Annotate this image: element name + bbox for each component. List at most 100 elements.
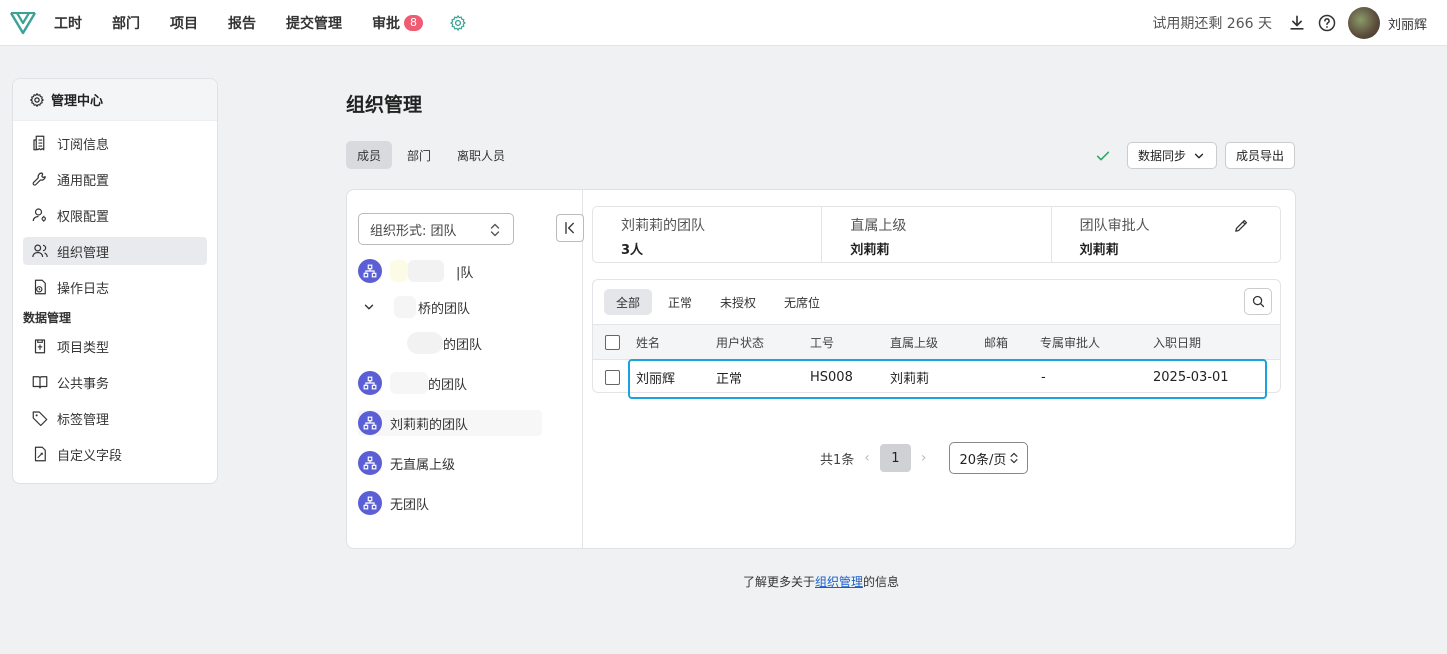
sidebar-item-permission-config[interactable]: 权限配置 — [23, 201, 207, 229]
table-header: 姓名 用户状态 工号 直属上级 邮箱 专属审批人 入职日期 — [593, 324, 1280, 360]
page-size-select[interactable]: 20条/页 — [948, 442, 1029, 474]
redacted-block — [390, 372, 428, 394]
gear-icon — [450, 14, 466, 31]
footer-text-before: 了解更多关于 — [742, 575, 815, 589]
sidebar-item-label: 权限配置 — [57, 209, 110, 225]
tab-departments[interactable]: 部门 — [396, 141, 442, 169]
approval-count-badge: 8 — [404, 14, 423, 31]
sidebar-item-label: 自定义字段 — [57, 448, 123, 464]
summary-value: 刘莉莉 — [1079, 243, 1119, 258]
tree-item-liulili-team[interactable]: 刘莉莉的团队 — [358, 410, 542, 436]
nav-project[interactable]: 项目 — [170, 13, 198, 33]
nav-approval[interactable]: 审批 8 — [372, 13, 423, 33]
filter-unauthorized[interactable]: 未授权 — [708, 289, 768, 315]
sidebar-item-label: 标签管理 — [57, 412, 110, 428]
org-management-help-link[interactable]: 组织管理 — [815, 575, 863, 589]
column-header: 用户状态 — [716, 335, 765, 350]
book-icon — [32, 376, 48, 389]
help-footer: 了解更多关于组织管理的信息 — [0, 573, 1447, 590]
tag-icon — [32, 411, 48, 427]
redacted-block — [394, 296, 416, 318]
row-checkbox[interactable] — [605, 369, 620, 385]
tree-item-team-3[interactable]: 的团队 — [407, 330, 482, 356]
download-icon[interactable] — [1287, 13, 1307, 33]
cell-employee-id: HS008 — [810, 369, 853, 385]
prev-page-icon[interactable]: ‹ — [864, 450, 870, 466]
nav-submission[interactable]: 提交管理 — [286, 13, 342, 33]
sidebar-item-label: 订阅信息 — [57, 137, 110, 153]
admin-sidebar: 管理中心 订阅信息 通用配置 权限配置 组织管理 操作日志 数据管理 项目类型 — [12, 78, 218, 484]
data-sync-dropdown[interactable]: 数据同步 — [1126, 142, 1217, 169]
data-sync-label: 数据同步 — [1137, 149, 1186, 163]
collapse-pane-button[interactable] — [556, 214, 584, 242]
tree-item-team-4[interactable]: 的团队 — [358, 370, 467, 396]
nav-hours[interactable]: 工时 — [54, 13, 82, 33]
table-row[interactable]: 刘丽辉 正常 HS008 刘莉莉 - 2025-03-01 — [593, 360, 1280, 394]
cell-name: 刘丽辉 — [636, 371, 676, 387]
users-icon — [32, 244, 48, 258]
filter-all[interactable]: 全部 — [604, 289, 653, 315]
summary-team: 刘莉莉的团队 3人 — [593, 207, 823, 262]
column-header: 工号 — [810, 335, 835, 350]
tree-item-no-team[interactable]: 无团队 — [358, 490, 429, 516]
page-number-button[interactable]: 1 — [879, 444, 911, 472]
export-members-button[interactable]: 成员导出 — [1224, 142, 1295, 169]
sidebar-item-custom-field[interactable]: 自定义字段 — [23, 440, 207, 468]
cell-status: 正常 — [716, 371, 743, 387]
summary-approver: 团队审批人 刘莉莉 — [1052, 207, 1280, 262]
column-header: 专属审批人 — [1040, 335, 1101, 350]
search-button[interactable] — [1244, 288, 1272, 315]
cell-approver: - — [1041, 369, 1046, 385]
nav-department[interactable]: 部门 — [112, 13, 140, 33]
app-logo[interactable] — [8, 8, 38, 38]
wrench-icon — [32, 172, 46, 186]
sidebar-item-operation-log[interactable]: 操作日志 — [23, 273, 207, 301]
sidebar-section-data-management: 数据管理 — [23, 311, 72, 325]
nav-approval-label: 审批 — [372, 15, 400, 32]
tree-item-team-2[interactable]: 桥的团队 — [362, 294, 470, 320]
tree-item-label: 刘莉莉的团队 — [390, 417, 469, 433]
sidebar-item-label: 项目类型 — [57, 340, 110, 356]
summary-value: 刘莉莉 — [850, 243, 890, 258]
help-icon[interactable] — [1317, 13, 1337, 33]
tree-item-label: 的团队 — [443, 337, 483, 353]
org-form-select[interactable]: 组织形式: 团队 — [358, 213, 514, 245]
next-page-icon[interactable]: › — [921, 450, 927, 466]
username[interactable]: 刘丽辉 — [1388, 14, 1427, 33]
column-header: 直属上级 — [890, 335, 939, 350]
tree-item-no-manager[interactable]: 无直属上级 — [358, 450, 455, 476]
filter-normal[interactable]: 正常 — [656, 289, 704, 315]
settings-gear-button[interactable] — [450, 14, 467, 32]
tree-item-label: |队 — [456, 265, 474, 281]
sidebar-item-subscription[interactable]: 订阅信息 — [23, 129, 207, 157]
pencil-icon[interactable] — [1233, 217, 1250, 234]
team-tree-pane: 组织形式: 团队 |队 桥的团队 的团队 的团队 刘莉莉的团队 无直属上级 无团… — [347, 190, 584, 548]
team-detail-pane: 刘莉莉的团队 3人 直属上级 刘莉莉 团队审批人 刘莉莉 全部 正常 未授权 无… — [592, 206, 1281, 474]
select-all-checkbox[interactable] — [605, 334, 620, 350]
sidebar-item-org-management[interactable]: 组织管理 — [23, 237, 207, 265]
sidebar-item-label: 组织管理 — [57, 245, 110, 261]
sidebar-header: 管理中心 — [13, 79, 217, 121]
page-size-value: 20条/页 — [959, 452, 1007, 468]
sidebar-item-general-config[interactable]: 通用配置 — [23, 165, 207, 193]
org-form-select-value: 组织形式: 团队 — [370, 223, 457, 239]
sidebar-item-project-type[interactable]: 项目类型 — [23, 332, 207, 360]
tree-item-label: 桥的团队 — [418, 301, 471, 317]
tree-item-team-1[interactable]: |队 — [358, 258, 473, 284]
team-icon — [358, 451, 382, 475]
collapse-left-icon — [565, 222, 574, 234]
member-table: 全部 正常 未授权 无席位 姓名 用户状态 工号 直属上级 邮箱 专属审批人 入… — [592, 279, 1281, 393]
nav-report[interactable]: 报告 — [228, 13, 256, 33]
tab-members[interactable]: 成员 — [346, 141, 393, 169]
page-title: 组织管理 — [346, 94, 423, 116]
sidebar-item-tag-management[interactable]: 标签管理 — [23, 404, 207, 432]
gear-icon — [30, 92, 44, 107]
filter-no-seat[interactable]: 无席位 — [772, 289, 832, 315]
user-avatar[interactable] — [1347, 7, 1380, 39]
sync-check-icon — [1096, 151, 1110, 160]
user-key-icon — [32, 208, 46, 222]
team-icon — [358, 371, 382, 395]
sidebar-item-public-affairs[interactable]: 公共事务 — [23, 368, 207, 396]
summary-manager: 直属上级 刘莉莉 — [822, 207, 1052, 262]
tab-departed[interactable]: 离职人员 — [446, 141, 516, 169]
